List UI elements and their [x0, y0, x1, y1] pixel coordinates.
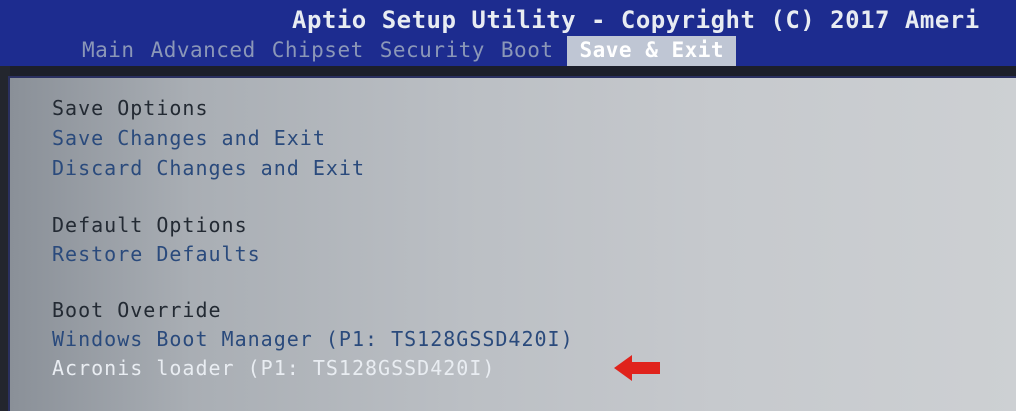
menu-item-acronis-loader[interactable]: Acronis loader (P1: TS128GSSD420I) — [52, 356, 495, 380]
tab-security[interactable]: Security — [372, 36, 493, 66]
arrow-left-icon — [614, 355, 660, 381]
menu-item-windows-boot-manager[interactable]: Windows Boot Manager (P1: TS128GSSD420I) — [52, 327, 574, 351]
app-title: Aptio Setup Utility - Copyright (C) 2017… — [292, 6, 980, 34]
menu-item-restore-defaults[interactable]: Restore Defaults — [52, 242, 261, 266]
bios-screen: Aptio Setup Utility - Copyright (C) 2017… — [0, 0, 1016, 411]
menu-item-discard-changes-and-exit[interactable]: Discard Changes and Exit — [52, 156, 365, 180]
heading-boot-override: Boot Override — [52, 298, 222, 322]
tab-main[interactable]: Main — [74, 36, 143, 66]
tab-advanced[interactable]: Advanced — [143, 36, 264, 66]
tab-save-exit[interactable]: Save & Exit — [567, 36, 737, 66]
tab-bar: Main Advanced Chipset Security Boot Save… — [74, 36, 737, 66]
tab-chipset[interactable]: Chipset — [264, 36, 372, 66]
tab-boot[interactable]: Boot — [493, 36, 562, 66]
menu-item-save-changes-and-exit[interactable]: Save Changes and Exit — [52, 126, 326, 150]
heading-default-options: Default Options — [52, 213, 248, 237]
heading-save-options: Save Options — [52, 96, 209, 120]
title-bar: Aptio Setup Utility - Copyright (C) 2017… — [0, 0, 1016, 66]
